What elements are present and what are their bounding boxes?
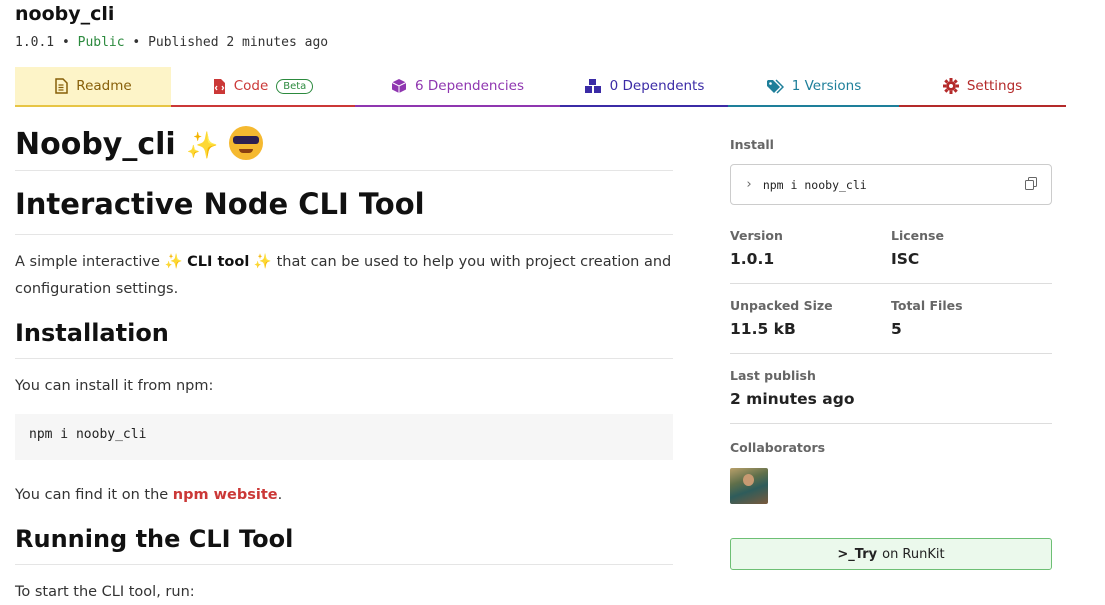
unpacked-size-value: 11.5 kB xyxy=(730,320,796,338)
install-text: You can install it from npm: xyxy=(15,378,214,394)
npm-website-link[interactable]: npm website xyxy=(173,487,278,503)
version-label: Version xyxy=(730,228,783,243)
license-label: License xyxy=(891,228,944,243)
tab-versions[interactable]: 1 Versions xyxy=(728,67,899,107)
unpacked-size-label: Unpacked Size xyxy=(730,298,833,313)
readme-subtitle: Interactive Node CLI Tool xyxy=(15,187,673,235)
tab-readme-label: Readme xyxy=(76,78,132,94)
copy-icon[interactable] xyxy=(1025,176,1037,193)
package-version: 1.0.1 xyxy=(15,35,55,50)
running-heading: Running the CLI Tool xyxy=(15,523,673,565)
gear-icon xyxy=(942,78,959,94)
avatar[interactable] xyxy=(730,468,768,504)
license-value: ISC xyxy=(891,250,920,268)
version-value: 1.0.1 xyxy=(730,250,775,268)
published-time: Published 2 minutes ago xyxy=(148,35,329,50)
last-publish-value: 2 minutes ago xyxy=(730,390,855,408)
total-files-label: Total Files xyxy=(891,298,963,313)
sparkles-icon: ✨ xyxy=(186,131,219,161)
chevron-right-icon: › xyxy=(745,177,753,192)
tab-settings-label: Settings xyxy=(966,78,1023,94)
sunglasses-face-icon xyxy=(229,126,263,160)
tab-dependencies-label: 6 Dependencies xyxy=(415,78,524,94)
collaborators-label: Collaborators xyxy=(730,440,826,455)
document-icon xyxy=(54,78,69,94)
box-icon xyxy=(391,78,407,94)
package-name: nooby_cli xyxy=(15,3,115,25)
start-text: To start the CLI tool, run: xyxy=(15,584,195,600)
tab-settings[interactable]: Settings xyxy=(899,67,1066,107)
tab-dependents[interactable]: 0 Dependents xyxy=(560,67,728,107)
package-meta: 1.0.1 • Public • Published 2 minutes ago xyxy=(15,35,329,50)
package-sidebar: Install › npm i nooby_cli Version 1.0.1 … xyxy=(730,137,1052,570)
install-command-box[interactable]: › npm i nooby_cli xyxy=(730,164,1052,205)
visibility-badge: Public xyxy=(77,35,125,50)
tab-versions-label: 1 Versions xyxy=(791,78,862,94)
file-code-icon xyxy=(213,78,226,95)
total-files-value: 5 xyxy=(891,320,902,338)
tab-code[interactable]: Code Beta xyxy=(171,67,355,107)
install-command: npm i nooby_cli xyxy=(762,177,867,192)
readme-title: Nooby_cli ✨ xyxy=(15,118,673,171)
find-text: You can find it on the npm website. xyxy=(15,487,283,503)
sparkles-icon: ✨ xyxy=(164,254,183,270)
tab-readme[interactable]: Readme xyxy=(15,67,171,107)
last-publish-row: Last publish 2 minutes ago xyxy=(730,368,1052,424)
last-publish-label: Last publish xyxy=(730,368,816,383)
tab-dependencies[interactable]: 6 Dependencies xyxy=(355,67,560,107)
install-code-block: npm i nooby_cli xyxy=(15,414,673,460)
readme-content: Nooby_cli ✨ Interactive Node CLI Tool A … xyxy=(15,118,673,605)
install-label: Install xyxy=(730,137,774,152)
tab-code-label: Code xyxy=(233,78,269,94)
sparkles-icon: ✨ xyxy=(253,254,272,270)
tab-dependents-label: 0 Dependents xyxy=(609,78,705,94)
size-files-row: Unpacked Size 11.5 kB Total Files 5 xyxy=(730,298,1052,354)
readme-intro: A simple interactive ✨ CLI tool ✨ that c… xyxy=(15,254,672,297)
try-on-runkit-button[interactable]: >_Try on RunKit xyxy=(730,538,1052,570)
boxes-icon xyxy=(584,78,602,94)
package-tabs: Readme Code Beta 6 Dependencies 0 Depend… xyxy=(15,67,1066,109)
beta-badge: Beta xyxy=(276,78,314,94)
installation-heading: Installation xyxy=(15,317,673,359)
version-license-row: Version 1.0.1 License ISC xyxy=(730,228,1052,284)
tags-icon xyxy=(766,78,784,94)
